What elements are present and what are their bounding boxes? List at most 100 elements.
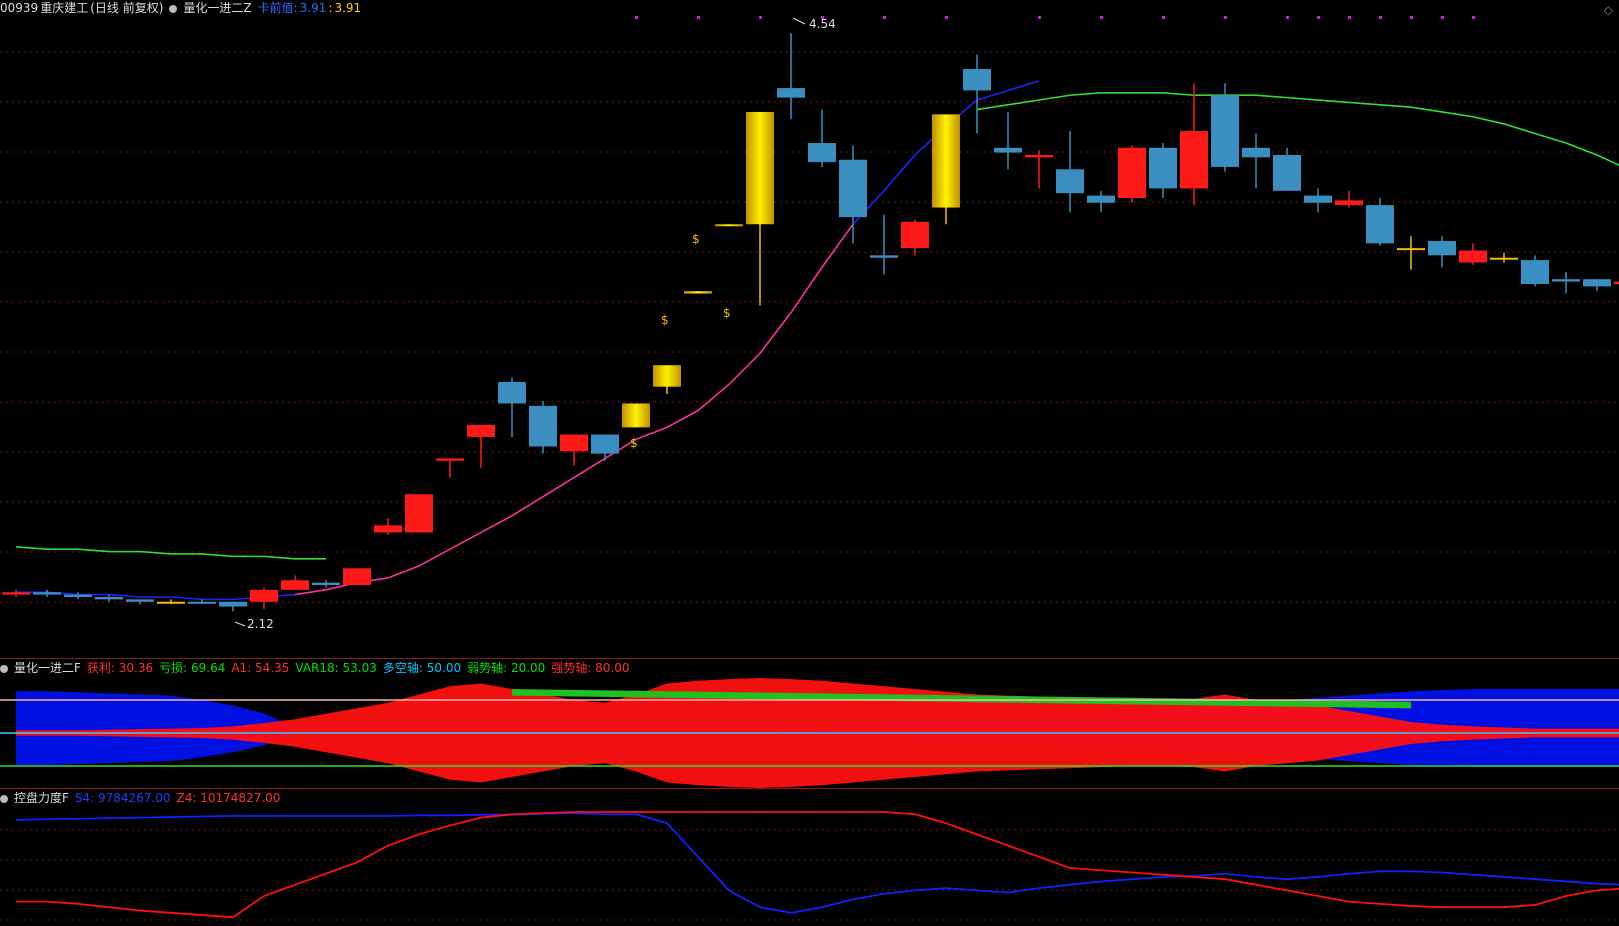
high-price-label: 4.54 — [809, 17, 836, 31]
signal-dot — [1286, 16, 1289, 19]
candle-body — [1397, 248, 1425, 251]
candle-body — [343, 568, 371, 586]
candle-body — [870, 255, 898, 258]
panel2-settings-icon[interactable] — [0, 795, 8, 803]
indicator-name[interactable]: 量化一进二Z — [183, 1, 251, 15]
panel1-item-0: 获利: 30.36 — [86, 661, 154, 675]
signal-dot — [1224, 16, 1227, 19]
money-bag-icon: $ — [630, 436, 638, 450]
signal-dot — [1441, 16, 1444, 19]
candle-body — [777, 88, 805, 98]
candle-body — [1521, 260, 1549, 284]
ma-short-line-pink — [294, 223, 854, 596]
signal-dot — [1410, 16, 1413, 19]
candle-body — [436, 458, 464, 461]
ma-long-line-left — [15, 546, 326, 560]
panel2-item-0: S4: 9784267.00 — [74, 791, 171, 805]
candle-body — [1118, 147, 1146, 198]
candle-body — [684, 291, 712, 294]
indicator-settings-icon[interactable] — [169, 5, 178, 13]
candle-body — [1552, 279, 1580, 282]
candle-body — [405, 494, 433, 533]
candle-body — [622, 403, 650, 428]
panel1-item-1: 亏损: 69.64 — [159, 661, 226, 675]
indicator-sep: : — [328, 1, 333, 15]
signal-dot — [1472, 16, 1475, 19]
panel1-title[interactable]: 量化一进二F — [14, 661, 81, 675]
candle-body — [33, 592, 61, 595]
panel1-item-5: 弱势轴: 20.00 — [467, 661, 546, 675]
candle-body — [250, 589, 278, 602]
candle-body — [1428, 240, 1456, 256]
candle-body — [1366, 205, 1394, 244]
candle-body — [560, 434, 588, 452]
candle-body — [467, 424, 495, 437]
candle-body — [715, 224, 743, 227]
panel1-item-3: VAR18: 53.03 — [295, 661, 377, 675]
signal-dot — [1162, 16, 1165, 19]
signal-dot — [883, 16, 886, 19]
candle-body — [932, 114, 960, 208]
candle-body — [1273, 154, 1301, 191]
panel1-item-4: 多空轴: 50.00 — [382, 661, 462, 675]
indicator-value2: 3.91 — [334, 1, 362, 15]
main-panel-header: 00939 重庆建工 (日线 前复权) 量化一进二Z 卡前值: 3.91:3.91 — [0, 0, 367, 16]
candle-body — [219, 601, 247, 607]
candle-body — [994, 147, 1022, 153]
candle-body — [2, 592, 30, 595]
low-pointer — [234, 621, 246, 627]
stock-name: 重庆建工 — [40, 1, 89, 15]
candle-body — [808, 143, 836, 163]
panel2-item-1: Z4: 10174827.00 — [176, 791, 281, 805]
candle-body — [312, 582, 340, 586]
candle-body — [1614, 281, 1619, 284]
candle-body — [374, 525, 402, 533]
signal-dot — [1348, 16, 1351, 19]
candle-body — [529, 405, 557, 447]
candle-body — [839, 159, 867, 218]
candle-body — [1490, 257, 1518, 260]
signal-dot — [1379, 16, 1382, 19]
money-bag-icon: $ — [692, 232, 700, 246]
candle-body — [963, 68, 991, 91]
candle-body — [1335, 200, 1363, 206]
panel2-title[interactable]: 控盘力度F — [14, 791, 69, 805]
candle-body — [1304, 195, 1332, 203]
s4-line — [15, 812, 1619, 914]
indicator-value1: 3.91 — [299, 1, 327, 15]
signal-dot — [635, 16, 638, 19]
candle-body — [95, 596, 123, 600]
signal-dot — [759, 16, 762, 19]
candle-body — [157, 601, 185, 604]
candle-body — [1149, 147, 1177, 189]
candle-body — [1180, 131, 1208, 189]
candle-body — [188, 601, 216, 604]
candle-body — [653, 365, 681, 387]
indicator-label: 卡前值: — [257, 1, 298, 15]
high-pointer — [792, 17, 806, 25]
candle-body — [1211, 95, 1239, 167]
panel1-item-6: 强势轴: 80.00 — [551, 661, 630, 675]
signal-dot — [945, 16, 948, 19]
low-price-label: 2.12 — [247, 617, 274, 631]
candle-body — [1583, 279, 1611, 287]
panel1-item-2: A1: 54.35 — [231, 661, 290, 675]
diamond-icon[interactable]: ◇ — [1604, 3, 1613, 17]
candle-body — [281, 580, 309, 590]
candle-body — [901, 221, 929, 249]
candle-body — [746, 111, 774, 225]
money-bag-icon: $ — [723, 306, 731, 320]
z4-line — [16, 811, 1619, 919]
money-bag-icon: $ — [661, 313, 669, 327]
panel-divider-2 — [0, 788, 1619, 789]
sub-panel-1-header: 量化一进二F 获利: 30.36 亏损: 69.64 A1: 54.35 VAR18: … — [0, 660, 642, 676]
candle-body — [1025, 154, 1053, 158]
signal-dot — [1038, 16, 1041, 19]
candle-body — [64, 594, 92, 597]
stock-code: 00939 — [0, 1, 39, 15]
sub-panel-2-header: 控盘力度F S4: 9784267.00 Z4: 10174827.00 — [0, 790, 292, 806]
candle-body — [126, 599, 154, 602]
panel-divider-1 — [0, 658, 1619, 659]
candle-body — [591, 434, 619, 454]
panel1-settings-icon[interactable] — [0, 665, 8, 673]
